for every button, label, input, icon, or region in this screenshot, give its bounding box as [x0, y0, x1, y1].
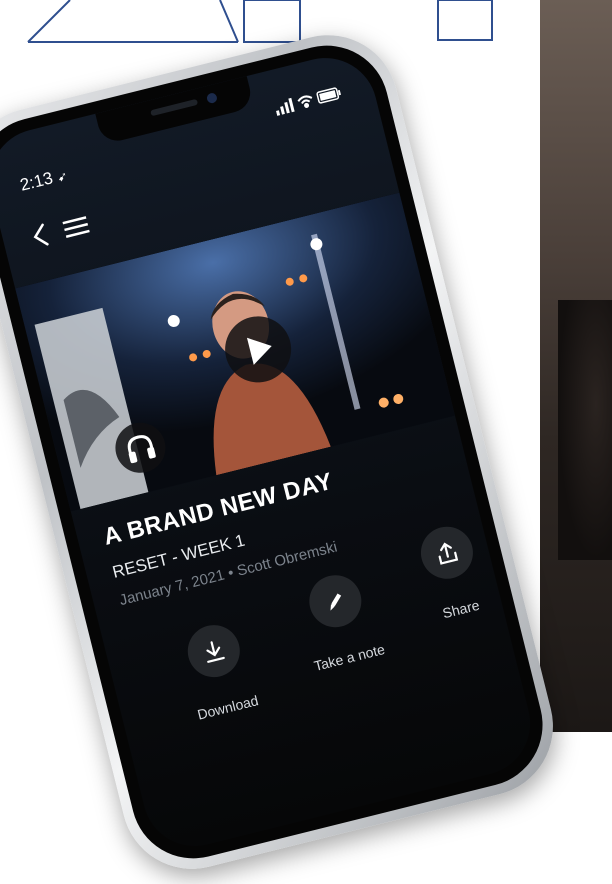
download-button[interactable]: Download	[159, 614, 278, 727]
signal-icon	[275, 97, 295, 116]
status-icons	[275, 87, 341, 116]
take-note-label[interactable]: Take a note	[299, 638, 400, 678]
download-label[interactable]: Download	[177, 688, 278, 728]
pencil-icon	[330, 593, 342, 611]
phone-mockup: 2:13 ➹ A BRAND NEW DAY RESET - WEEK 1 Ja…	[0, 20, 568, 884]
speaker-grille	[150, 98, 199, 117]
take-note-button-circle[interactable]	[303, 569, 367, 633]
take-note-button[interactable]: Take a note	[281, 564, 400, 677]
status-time: 2:13 ➹	[18, 168, 69, 195]
share-icon	[438, 542, 459, 565]
front-camera	[205, 92, 219, 105]
chevron-left-icon[interactable]	[26, 220, 54, 251]
share-button-circle[interactable]	[415, 521, 479, 585]
download-icon	[206, 641, 225, 663]
wifi-icon	[297, 95, 313, 108]
location-arrow-icon: ➹	[55, 168, 69, 185]
battery-icon	[316, 87, 341, 104]
video-player[interactable]	[15, 192, 456, 512]
download-button-circle[interactable]	[182, 619, 246, 683]
background-photo	[540, 0, 612, 732]
phone-screen: 2:13 ➹ A BRAND NEW DAY RESET - WEEK 1 Ja…	[0, 47, 542, 857]
hamburger-menu-icon[interactable]	[60, 213, 92, 241]
share-label[interactable]: Share	[411, 589, 512, 629]
